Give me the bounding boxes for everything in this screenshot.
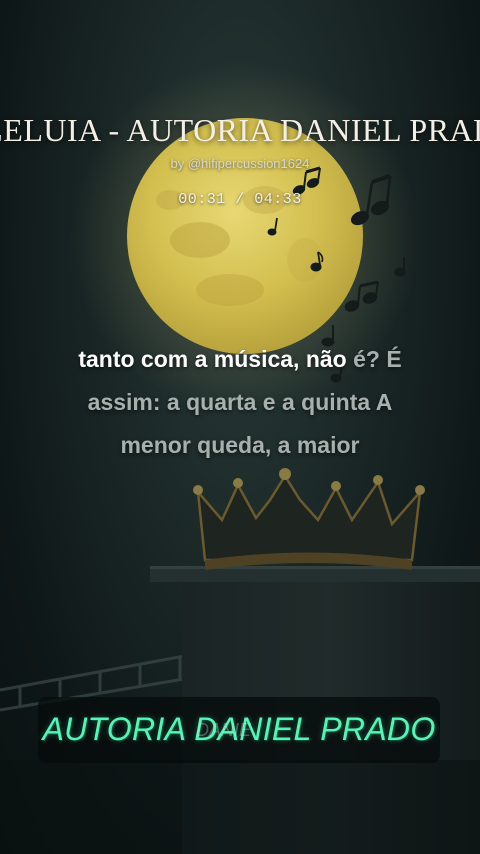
video-frame: ALELUIA - AUTORIA DANIEL PRADO by @hifip… <box>0 0 480 854</box>
lyric-upcoming: é? É <box>353 346 402 372</box>
lyric-line: assim: a quarta e a quinta A <box>87 389 393 415</box>
lyric-sung: tanto com a música, não <box>78 346 354 372</box>
playback-time: 00:31 / 04:33 <box>0 191 480 208</box>
time-total: 04:33 <box>254 191 302 208</box>
moon-icon <box>127 118 363 354</box>
lyrics-block: tanto com a música, não é? É assim: a qu… <box>0 338 480 467</box>
byline: by @hifipercussion1624 <box>170 156 310 171</box>
time-current: 00:31 <box>178 191 226 208</box>
caption-ghost-text: DANIE <box>196 720 252 740</box>
lyric-line: menor queda, a maior <box>120 432 360 458</box>
video-title: ALELUIA - AUTORIA DANIEL PRADO <box>0 112 480 148</box>
crown-icon <box>193 468 425 570</box>
lyric-line: tanto com a música, não é? É <box>0 338 480 381</box>
time-separator: / <box>225 191 255 208</box>
